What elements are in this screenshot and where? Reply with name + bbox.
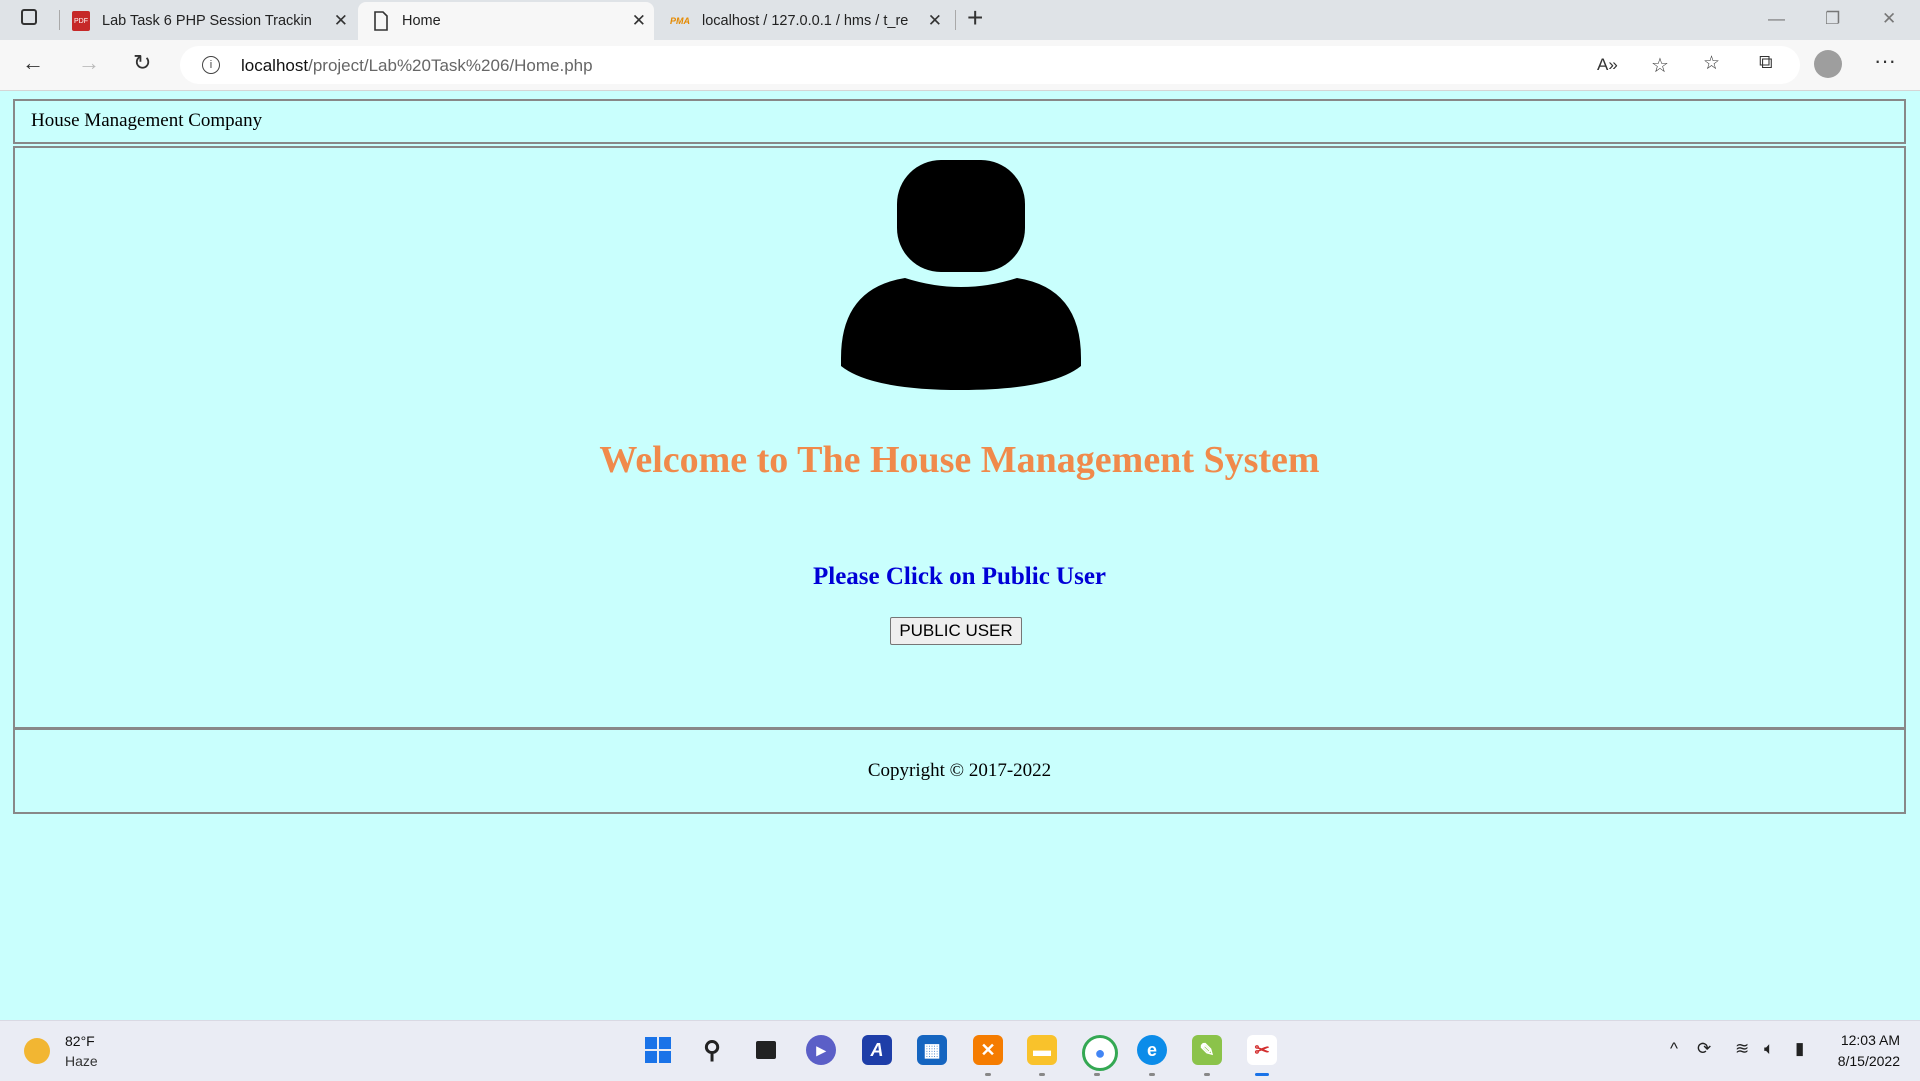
tab-separator <box>955 10 956 30</box>
tab-separator <box>59 10 60 30</box>
copyright-text: Copyright © 2017-2022 <box>867 760 1052 781</box>
paint-icon[interactable]: ✎ <box>1192 1035 1222 1065</box>
weather-temp[interactable]: 82°F <box>65 1033 95 1049</box>
page-icon <box>374 11 388 31</box>
running-indicator <box>1149 1073 1155 1076</box>
tab-strip: PDF Lab Task 6 PHP Session Tracking ✕ Ho… <box>0 0 1920 40</box>
refresh-icon[interactable]: ↻ <box>133 50 151 76</box>
site-header: House Management Company <box>13 99 1906 144</box>
main-content: Welcome to The House Management System P… <box>13 146 1906 729</box>
info-icon[interactable]: i <box>202 56 220 74</box>
close-icon[interactable]: ✕ <box>632 11 646 31</box>
pdf-icon: PDF <box>72 11 90 31</box>
more-menu-icon[interactable]: ··· <box>1874 48 1896 74</box>
search-icon[interactable]: ⚲ <box>697 1035 727 1065</box>
tab-title: Home <box>402 13 441 29</box>
clock-time[interactable]: 12:03 AM <box>1841 1032 1900 1048</box>
active-indicator <box>1255 1073 1269 1076</box>
close-icon[interactable]: ✕ <box>928 11 942 31</box>
address-bar-row: ← → ↻ i localhost/project/Lab%20Task%206… <box>0 40 1920 91</box>
battery-icon[interactable]: ▮ <box>1795 1039 1804 1059</box>
phpmyadmin-icon: PMA <box>670 16 690 26</box>
restore-icon[interactable]: ❐ <box>1825 9 1840 29</box>
clock-date[interactable]: 8/15/2022 <box>1838 1053 1900 1069</box>
close-icon[interactable]: ✕ <box>334 11 348 31</box>
running-indicator <box>985 1073 991 1076</box>
tab-title: localhost / 127.0.0.1 / hms / t_re <box>702 13 909 29</box>
xampp-icon[interactable]: ✕ <box>973 1035 1003 1065</box>
running-indicator <box>1039 1073 1045 1076</box>
snipping-tool-icon[interactable]: ✂ <box>1247 1035 1277 1065</box>
start-icon[interactable] <box>643 1035 673 1065</box>
sync-icon[interactable]: ⟳ <box>1697 1039 1711 1059</box>
public-user-button[interactable]: PUBLIC USER <box>890 617 1022 645</box>
visual-studio-icon[interactable]: A <box>862 1035 892 1065</box>
weather-icon[interactable] <box>24 1038 50 1064</box>
url-text: localhost/project/Lab%20Task%206/Home.ph… <box>241 56 593 75</box>
back-arrow-icon[interactable]: ← <box>22 50 44 76</box>
task-view-icon[interactable] <box>751 1035 781 1065</box>
chat-icon[interactable]: ▸ <box>806 1035 836 1065</box>
running-indicator <box>1204 1073 1210 1076</box>
store-icon[interactable]: ▦ <box>917 1035 947 1065</box>
click-prompt: Please Click on Public User <box>812 563 1107 590</box>
site-footer: Copyright © 2017-2022 <box>13 728 1906 814</box>
collections-icon[interactable]: ⧉ <box>1759 52 1773 74</box>
tab-home[interactable]: Home ✕ <box>358 2 654 40</box>
running-indicator <box>1094 1073 1100 1076</box>
welcome-heading: Welcome to The House Management System <box>599 439 1320 481</box>
forward-arrow-icon[interactable]: → <box>78 50 100 76</box>
tab-title: Lab Task 6 PHP Session Tracking <box>102 13 312 29</box>
new-tab-button[interactable]: + <box>967 2 983 34</box>
favorites-icon[interactable]: ☆ <box>1703 52 1720 75</box>
file-explorer-icon[interactable]: ▬ <box>1027 1035 1057 1065</box>
edge-icon[interactable]: e <box>1137 1035 1167 1065</box>
taskbar: 82°F Haze ⚲ ▸ A ▦ ✕ ▬ ● e ✎ ✂ ^ ⟳ ≋ 🔈︎ ▮… <box>0 1020 1920 1081</box>
tab-actions-icon[interactable] <box>21 9 37 25</box>
minimize-icon[interactable]: — <box>1768 9 1785 29</box>
volume-icon[interactable]: 🔈︎ <box>1764 1039 1774 1059</box>
tab-phpmyadmin[interactable]: PMA localhost / 127.0.0.1 / hms / t_re ✕ <box>660 2 950 40</box>
close-window-icon[interactable]: ✕ <box>1882 9 1896 29</box>
chrome-icon[interactable]: ● <box>1082 1035 1118 1071</box>
url-field[interactable]: i localhost/project/Lab%20Task%206/Home.… <box>180 46 1800 84</box>
company-name: House Management Company <box>31 110 263 131</box>
wifi-icon[interactable]: ≋ <box>1735 1039 1749 1059</box>
tab-lab-task[interactable]: PDF Lab Task 6 PHP Session Tracking ✕ <box>66 2 356 40</box>
user-avatar-icon <box>841 160 1081 390</box>
profile-avatar[interactable] <box>1814 50 1842 78</box>
read-aloud-icon[interactable]: A» <box>1597 55 1618 75</box>
chevron-up-icon[interactable]: ^ <box>1670 1039 1678 1059</box>
add-favorite-icon[interactable]: ☆ <box>1651 53 1669 78</box>
weather-desc[interactable]: Haze <box>65 1053 98 1069</box>
